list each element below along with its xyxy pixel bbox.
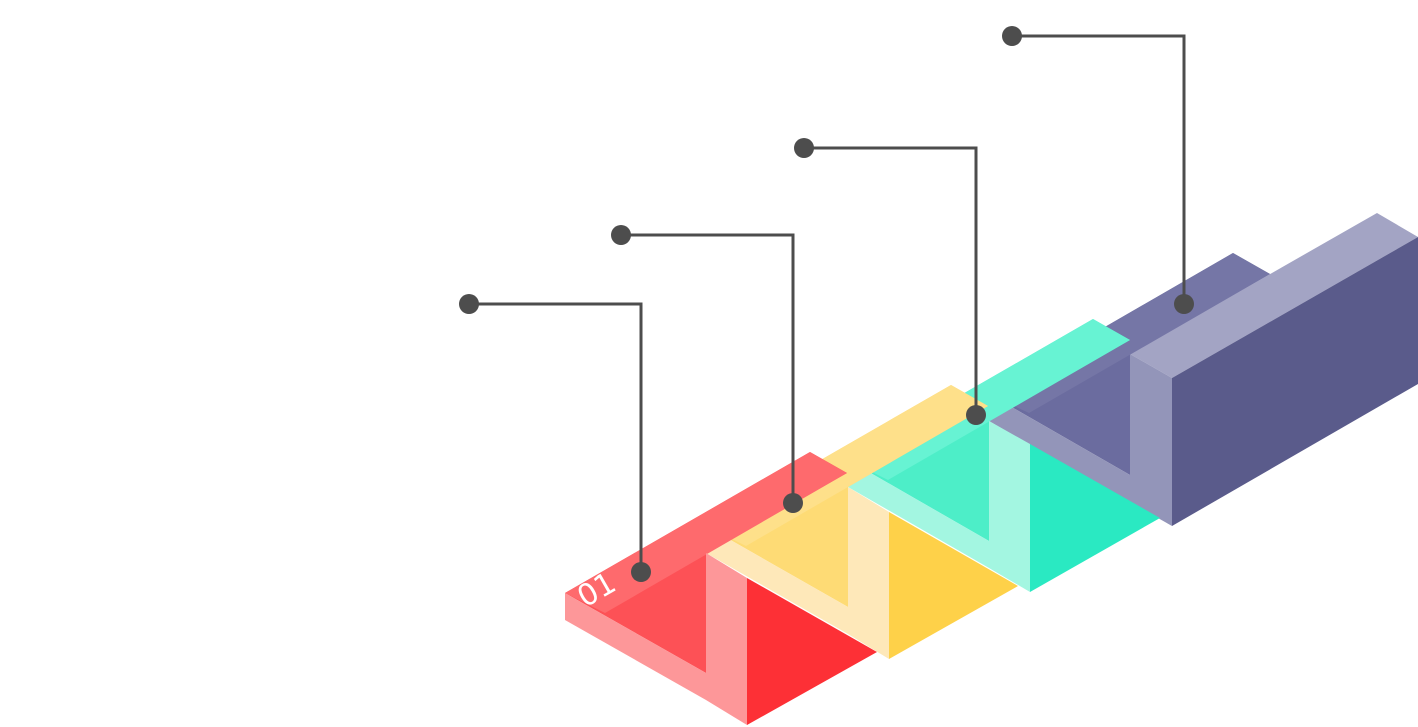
- connector-step-3: [794, 138, 986, 425]
- connector-step-2-start-dot: [611, 225, 631, 245]
- connector-step-1-start-dot: [459, 294, 479, 314]
- connector-step-3-line: [804, 146, 978, 415]
- step-1-back-wall: [706, 553, 747, 725]
- steps-diagram: 04 03 02 01: [0, 0, 1418, 727]
- steps-diagram-canvas: 04 03 02 01: [459, 26, 1418, 725]
- connector-step-1: [459, 294, 651, 582]
- connector-step-2-line: [621, 233, 795, 503]
- connector-step-1-line: [469, 302, 643, 572]
- connector-step-1-end-dot: [631, 562, 651, 582]
- connector-step-3-end-dot: [966, 405, 986, 425]
- connector-step-4-end-dot: [1174, 294, 1194, 314]
- connector-step-2-end-dot: [783, 493, 803, 513]
- step-2-back-wall: [848, 487, 889, 659]
- connector-step-4-line: [1012, 34, 1186, 304]
- connector-step-4: [1002, 26, 1194, 314]
- connector-step-4-start-dot: [1002, 26, 1022, 46]
- connector-step-3-start-dot: [794, 138, 814, 158]
- step-3-back-wall: [989, 421, 1030, 592]
- step-4-back-wall-front: [1130, 354, 1172, 526]
